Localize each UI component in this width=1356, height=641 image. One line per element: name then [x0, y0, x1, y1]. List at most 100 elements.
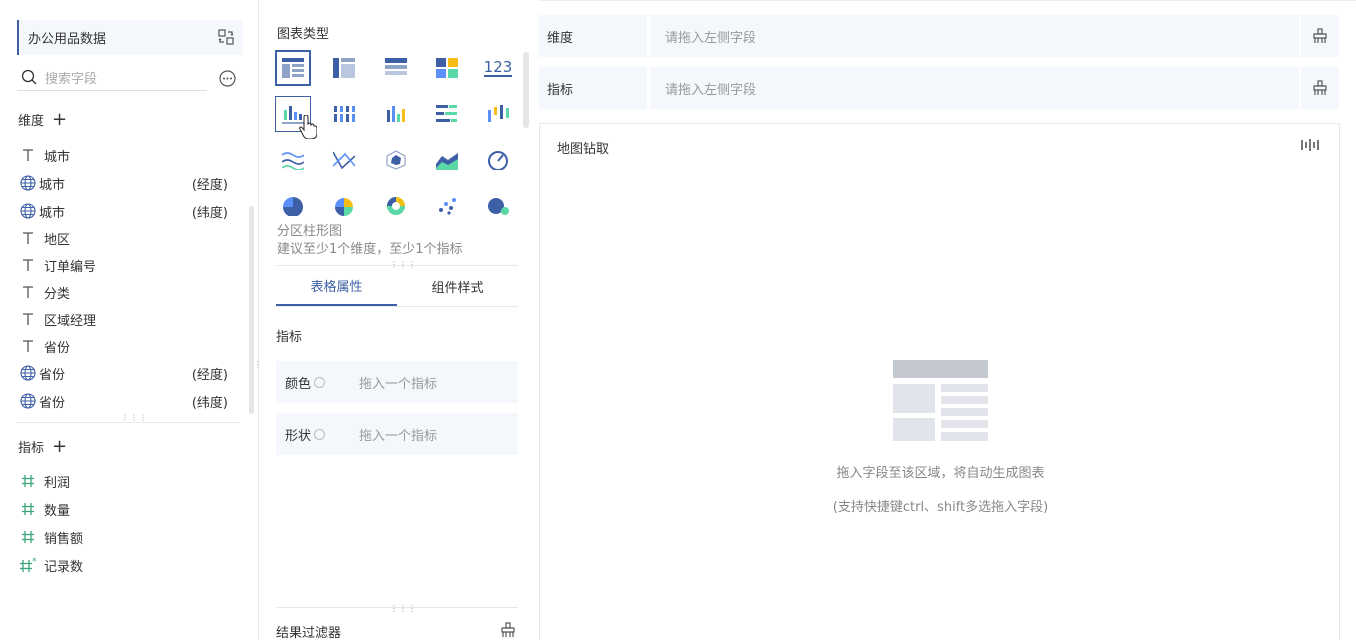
- add-measure-icon[interactable]: +: [52, 437, 67, 456]
- bubble-chart-icon[interactable]: [480, 188, 516, 224]
- selected-chart-name: 分区柱形图: [277, 224, 343, 239]
- line-chart-icon[interactable]: [275, 142, 311, 178]
- field-suffix: (经度): [191, 367, 228, 383]
- number-field-icon: [18, 529, 38, 545]
- dimensions-header: 维度 +: [18, 110, 67, 129]
- number-field-icon: [18, 501, 38, 517]
- field-name: 省份: [39, 367, 66, 383]
- filter-broom-icon[interactable]: [500, 622, 516, 638]
- number-chart-icon[interactable]: 123: [480, 50, 516, 86]
- chart-canvas[interactable]: 地图钻取 拖入字段至该区域，将自动生成图表 (支持快捷键ctrl、shift多选…: [539, 123, 1340, 640]
- radar-chart-icon[interactable]: [378, 142, 414, 178]
- field-name: 城市: [44, 149, 71, 165]
- shape-label: 形状: [285, 428, 312, 444]
- tab-component-style[interactable]: 组件样式: [397, 266, 518, 306]
- field-scrollbar[interactable]: [249, 206, 254, 414]
- stacked-bar-chart-icon[interactable]: [326, 96, 362, 132]
- settings-icon[interactable]: [314, 376, 326, 388]
- field-name: 城市: [39, 205, 66, 221]
- dimensions-label: 维度: [18, 114, 45, 129]
- search-input[interactable]: 搜索字段: [45, 68, 97, 87]
- waterfall-chart-icon[interactable]: [480, 96, 516, 132]
- text-field-icon: [18, 338, 38, 354]
- rose-chart-icon[interactable]: [326, 188, 362, 224]
- ring-chart-icon[interactable]: [378, 188, 414, 224]
- property-tabs: 表格属性 组件样式: [276, 265, 518, 307]
- dimension-drop-zone[interactable]: 请拖入左侧字段: [650, 15, 1299, 57]
- parallel-line-chart-icon[interactable]: [326, 142, 362, 178]
- globe-icon: [18, 393, 38, 409]
- text-field-icon: [18, 284, 38, 300]
- dataset-selector[interactable]: 办公用品数据: [17, 20, 243, 55]
- measure-field-item[interactable]: 数量: [18, 499, 233, 519]
- settings-icon[interactable]: [314, 428, 326, 440]
- measure-section-label: 指标: [276, 330, 303, 345]
- dimension-field-item[interactable]: 地区: [18, 228, 233, 248]
- globe-icon: [18, 175, 38, 191]
- area-chart-icon[interactable]: [429, 142, 465, 178]
- clear-broom-icon[interactable]: [1301, 67, 1339, 109]
- divider: [276, 607, 518, 608]
- number-chart-label: 123: [483, 58, 513, 77]
- color-slot[interactable]: 颜色 拖入一个指标: [276, 361, 518, 403]
- measure-shelf-label: 指标: [539, 67, 647, 109]
- swap-icon[interactable]: [218, 29, 234, 49]
- dimension-field-item[interactable]: 省份 (纬度): [18, 391, 233, 411]
- color-label: 颜色: [285, 376, 312, 392]
- globe-icon: [18, 365, 38, 381]
- text-field-icon: [18, 147, 38, 163]
- field-name: 省份: [39, 395, 66, 411]
- kpi-card-icon[interactable]: [429, 50, 465, 86]
- detail-table-icon[interactable]: [378, 50, 414, 86]
- selected-chart-hint: 建议至少1个维度，至少1个指标: [277, 242, 463, 257]
- shape-slot[interactable]: 形状 拖入一个指标: [276, 413, 518, 455]
- field-suffix: (纬度): [191, 205, 228, 221]
- dimension-field-item[interactable]: 省份 (经度): [18, 363, 233, 383]
- field-suffix: (经度): [191, 177, 228, 193]
- globe-icon: [18, 203, 38, 219]
- measures-header: 指标 +: [18, 437, 67, 456]
- dimension-field-item[interactable]: 城市 (经度): [18, 173, 233, 193]
- empty-hint-shortcut: (支持快捷键ctrl、shift多选拖入字段): [832, 500, 1049, 515]
- gauge-chart-icon[interactable]: [480, 142, 516, 178]
- chart-type-scrollbar[interactable]: [523, 52, 529, 128]
- measure-field-item[interactable]: 利润: [18, 471, 233, 491]
- dimension-field-item[interactable]: 城市: [18, 145, 233, 165]
- chart-canvas-area: 维度 请拖入左侧字段 指标 请拖入左侧字段 地图钻取 拖入字段至该区域，将自动生…: [539, 0, 1356, 640]
- field-name: 分类: [44, 286, 71, 302]
- scatter-chart-icon[interactable]: [429, 188, 465, 224]
- dimension-field-item[interactable]: 分类: [18, 282, 233, 302]
- field-name: 省份: [44, 340, 71, 356]
- svg-text:*: *: [32, 557, 37, 567]
- field-name: 数量: [44, 503, 71, 519]
- search-icon: [21, 69, 37, 85]
- dimension-field-item[interactable]: 订单编号: [18, 255, 233, 275]
- measure-drop-zone[interactable]: 请拖入左侧字段: [650, 67, 1299, 109]
- measure-field-item[interactable]: 销售额: [18, 527, 233, 547]
- dimension-field-item[interactable]: 省份: [18, 336, 233, 356]
- tab-table-properties[interactable]: 表格属性: [276, 266, 397, 306]
- cross-table-icon[interactable]: [326, 50, 362, 86]
- field-name: 订单编号: [44, 259, 97, 275]
- measures-label: 指标: [18, 441, 45, 456]
- table-chart-icon[interactable]: [275, 50, 311, 86]
- dimension-shelf: 维度 请拖入左侧字段: [539, 15, 1339, 57]
- field-name: 销售额: [44, 531, 84, 547]
- field-search[interactable]: 搜索字段: [17, 64, 207, 91]
- pie-chart-icon[interactable]: [275, 188, 311, 224]
- chart-title[interactable]: 地图钻取: [557, 138, 609, 157]
- empty-hint: 拖入字段至该区域，将自动生成图表: [836, 466, 1045, 481]
- divider: [17, 422, 240, 423]
- dimension-field-item[interactable]: 城市 (纬度): [18, 201, 233, 221]
- clear-broom-icon[interactable]: [1301, 15, 1339, 57]
- more-icon[interactable]: [219, 70, 236, 91]
- chart-settings-icon[interactable]: [1301, 138, 1319, 152]
- resize-handle[interactable]: ⋮⋮⋮: [121, 414, 148, 422]
- multi-bar-chart-icon[interactable]: [378, 96, 414, 132]
- dimension-field-item[interactable]: 区域经理: [18, 309, 233, 329]
- horizontal-bar-chart-icon[interactable]: [429, 96, 465, 132]
- chart-types-title: 图表类型: [277, 27, 330, 42]
- dimension-shelf-label: 维度: [539, 15, 647, 57]
- measure-field-item[interactable]: * 记录数: [18, 555, 233, 575]
- add-dimension-icon[interactable]: +: [52, 110, 67, 129]
